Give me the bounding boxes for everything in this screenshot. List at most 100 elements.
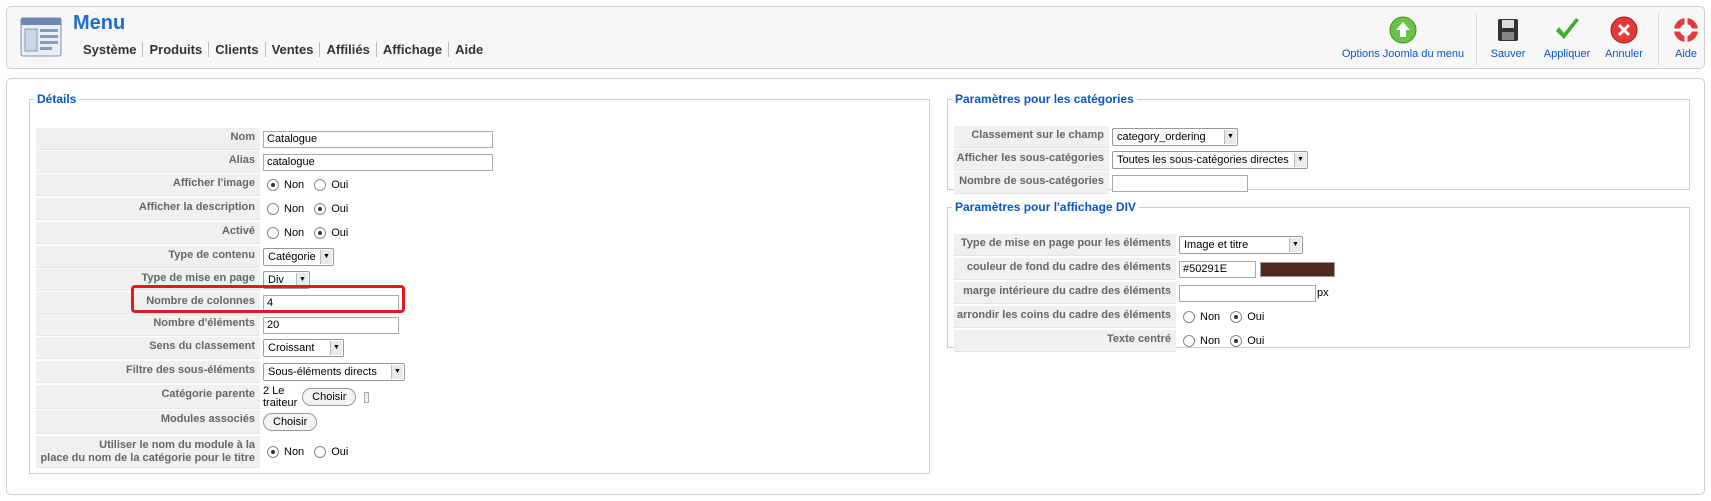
parent-category-value: 2 Le traiteur (263, 385, 298, 409)
radio-label-no: Non (284, 227, 305, 239)
rounded-corners-yes-radio[interactable] (1230, 311, 1243, 323)
active-yes-radio[interactable] (314, 227, 327, 239)
padding-unit: px (1317, 287, 1329, 299)
chevron-down-icon: ▼ (1294, 153, 1306, 167)
categories-fieldset: Paramètres pour les catégories Classemen… (947, 92, 1690, 194)
rounded-corners-no-radio[interactable] (1183, 311, 1195, 323)
show-image-no-radio[interactable] (267, 179, 279, 191)
content-type-select[interactable]: Catégorie ▼ (263, 248, 334, 266)
use-module-name-yes-radio[interactable] (314, 446, 327, 458)
radio-label-yes: Oui (331, 203, 349, 215)
filter-value: Sous-éléments directs (268, 366, 377, 378)
background-color-input[interactable]: #50291E (1179, 260, 1256, 278)
details-fieldset: Détails Nom Catalogue Alias catalogue Af… (29, 92, 930, 474)
use-module-name-no-radio[interactable] (267, 446, 279, 458)
toolbar-divider (1658, 13, 1659, 65)
menu-manager-icon (20, 17, 62, 57)
page-title: Menu (73, 12, 126, 34)
toolbar: Menu Système Produits Clients Ventes Aff… (6, 6, 1705, 69)
trash-icon[interactable] (364, 391, 370, 403)
show-image-yes-radio[interactable] (314, 179, 327, 191)
help-button-label: Aide (1674, 48, 1698, 60)
filter-select[interactable]: Sous-éléments directs ▼ (263, 363, 405, 381)
cancel-button-label: Annuler (1605, 48, 1643, 60)
content-type-value: Catégorie (268, 251, 316, 263)
chevron-down-icon: ▼ (1224, 130, 1236, 144)
options-button-label: Options Joomla du menu (1341, 48, 1465, 60)
chevron-down-icon: ▼ (320, 250, 332, 264)
radio-label-yes: Oui (331, 227, 349, 239)
ordering-value: category_ordering (1117, 131, 1206, 143)
use-module-name-label: Utiliser le nom du module à la place du … (36, 436, 260, 468)
content-type-label: Type de contenu (36, 246, 260, 268)
nav-item-affiliates[interactable]: Affiliés (319, 42, 375, 57)
options-button[interactable]: Options Joomla du menu (1335, 15, 1471, 60)
filter-label: Filtre des sous-éléments (36, 361, 260, 383)
items-input[interactable]: 20 (263, 316, 399, 334)
ordering-label: Classement sur le champ (954, 126, 1109, 148)
show-image-label: Afficher l'image (36, 174, 260, 196)
nav-item-clients[interactable]: Clients (208, 42, 264, 57)
show-subcategories-label: Afficher les sous-catégories (954, 149, 1109, 171)
show-description-yes-radio[interactable] (314, 203, 327, 215)
show-description-no-radio[interactable] (267, 203, 279, 215)
save-button-label: Sauver (1490, 48, 1526, 60)
show-description-label: Afficher la description (36, 198, 260, 220)
sort-value: Croissant (268, 342, 315, 354)
div-display-legend: Paramètres pour l'affichage DIV (955, 200, 1136, 214)
top-menu: Système Produits Clients Ventes Affiliés… (77, 42, 489, 57)
centered-text-label: Texte centré (954, 330, 1176, 352)
active-no-radio[interactable] (267, 227, 279, 239)
upload-arrow-icon (1389, 16, 1417, 44)
highlight-frame (131, 285, 405, 313)
parent-category-choose-button[interactable]: Choisir (302, 388, 357, 406)
chevron-down-icon: ▼ (1289, 238, 1301, 252)
modules-choose-button[interactable]: Choisir (263, 413, 318, 431)
ordering-select[interactable]: category_ordering ▼ (1112, 128, 1238, 146)
modules-label: Modules associés (36, 410, 260, 434)
padding-input[interactable] (1179, 284, 1316, 302)
categories-legend: Paramètres pour les catégories (955, 92, 1134, 106)
radio-label-yes: Oui (1247, 311, 1265, 323)
color-swatch[interactable] (1260, 261, 1335, 277)
apply-button[interactable]: Appliquer (1541, 15, 1593, 60)
nav-item-system[interactable]: Système (77, 42, 142, 57)
use-module-name-label-line2: place du nom de la catégorie pour le tit… (40, 452, 255, 464)
help-button[interactable]: Aide (1669, 15, 1703, 60)
nav-item-display[interactable]: Affichage (375, 42, 448, 57)
background-color-label: couleur de fond du cadre des éléments (954, 258, 1176, 280)
sort-label: Sens du classement (36, 337, 260, 359)
name-input[interactable]: Catalogue (263, 130, 493, 148)
toolbar-divider (1476, 13, 1477, 65)
centered-text-no-radio[interactable] (1183, 335, 1195, 347)
centered-text-yes-radio[interactable] (1230, 335, 1243, 347)
radio-label-no: Non (1200, 335, 1221, 347)
num-subcategories-label: Nombre de sous-catégories (954, 172, 1109, 194)
nav-item-help[interactable]: Aide (448, 42, 489, 57)
radio-label-yes: Oui (331, 179, 349, 191)
active-label: Activé (36, 222, 260, 244)
sort-select[interactable]: Croissant ▼ (263, 339, 344, 357)
radio-label-no: Non (1200, 311, 1221, 323)
item-layout-select[interactable]: Image et titre ▼ (1179, 236, 1303, 254)
show-subcategories-select[interactable]: Toutes les sous-catégories directes ▼ (1112, 151, 1308, 169)
item-layout-value: Image et titre (1184, 239, 1249, 251)
chevron-down-icon: ▼ (330, 341, 342, 355)
nav-item-products[interactable]: Produits (142, 42, 208, 57)
use-module-name-label-line1: Utiliser le nom du module à la (99, 439, 255, 451)
floppy-disk-icon (1498, 19, 1518, 41)
alias-input[interactable]: catalogue (263, 153, 493, 171)
save-button[interactable]: Sauver (1487, 15, 1529, 60)
name-label: Nom (36, 128, 260, 150)
nav-item-sales[interactable]: Ventes (264, 42, 320, 57)
item-layout-label: Type de mise en page pour les éléments (954, 234, 1176, 256)
cancel-circle-icon (1610, 16, 1638, 44)
apply-button-label: Appliquer (1543, 48, 1591, 60)
items-label: Nombre d'éléments (36, 314, 260, 336)
cancel-button[interactable]: Annuler (1602, 15, 1646, 60)
parent-category-label: Catégorie parente (36, 385, 260, 409)
num-subcategories-input[interactable] (1112, 174, 1248, 192)
radio-label-no: Non (284, 203, 305, 215)
details-legend: Détails (37, 92, 77, 106)
div-display-fieldset: Paramètres pour l'affichage DIV Type de … (947, 200, 1690, 352)
